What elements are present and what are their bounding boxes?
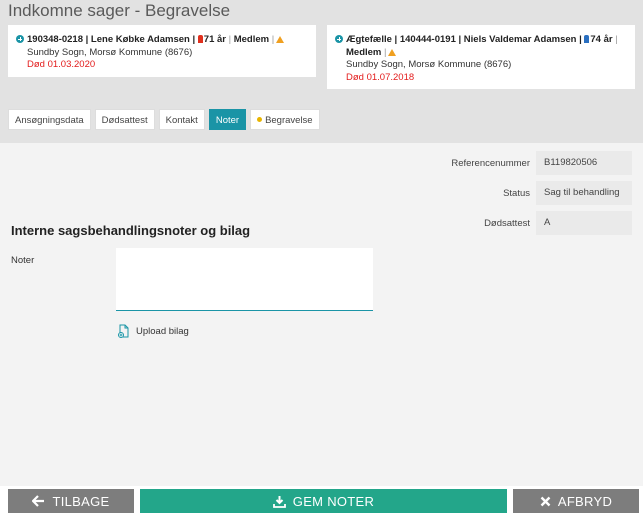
warning-icon [388,48,397,56]
plus-icon [257,117,263,122]
person-card-deceased: 190348-0218 | Lene Købke Adamsen | 71 år… [8,25,316,77]
spouse-parish: Sundby Sogn, Morsø Kommune (8676) [346,59,512,70]
spouse-member-status: Medlem [346,46,382,58]
spouse-death-date: Død 01.07.2018 [346,71,415,83]
upload-label: Upload bilag [136,325,189,337]
cancel-label: AFBRYD [557,493,613,509]
upload-file-icon [118,324,129,338]
person-card-spouse: Ægtefælle | 140444-0191 | Niels Valdemar… [327,25,635,89]
person-id-name: 190348-0218 | Lene Købke Adamsen | [27,34,196,45]
tab-doedsattest[interactable]: Dødsattest [94,109,155,130]
notes-textarea[interactable] [116,248,373,311]
person-age: 71 år [203,34,226,45]
info-row-reference: Referencenummer B119820506 [0,151,643,175]
upload-attachment-link[interactable]: Upload bilag [118,324,189,338]
female-icon [197,35,203,43]
page-title: Indkomne sager - Begravelse [8,1,231,20]
warning-icon [276,36,285,43]
save-notes-label: GEM NOTER [292,493,375,509]
tab-kontakt[interactable]: Kontakt [158,109,205,130]
tab-noter[interactable]: Noter [208,109,247,130]
notes-section-title: Interne sagsbehandlingsnoter og bilag [11,223,251,238]
close-icon [540,496,551,506]
save-notes-button[interactable]: GEM NOTER [140,489,507,513]
death-date: Død 01.03.2020 [27,59,96,70]
notes-label: Noter [11,255,35,266]
tab-begravelse-label: Begravelse [265,115,313,126]
tab-begravelse[interactable]: Begravelse [250,109,320,130]
reference-label: Referencenummer [451,158,530,169]
reference-value: B119820506 [536,151,632,175]
arrow-left-icon [32,495,45,507]
death-certificate-label: Dødsattest [484,218,530,229]
header: Indkomne sager - Begravelse 190348-0218 … [0,0,643,143]
tab-bar: Ansøgningsdata Dødsattest Kontakt Noter … [8,109,320,130]
info-row-status: Status Sag til behandling [0,181,643,205]
spouse-age: 74 år [590,34,613,45]
download-icon [272,495,286,508]
member-status: Medlem [233,34,270,45]
spouse-relation-id-name: Ægtefælle | 140444-0191 | Niels Valdemar… [346,34,582,45]
plus-circle-icon[interactable] [16,35,24,43]
status-label: Status [503,188,530,199]
parish: Sundby Sogn, Morsø Kommune (8676) [27,46,193,58]
cancel-button[interactable]: AFBRYD [513,489,639,513]
back-button[interactable]: TILBAGE [8,489,134,513]
back-label: TILBAGE [52,493,110,509]
tab-ansoegningsdata[interactable]: Ansøgningsdata [8,109,91,130]
plus-circle-icon[interactable] [335,35,343,43]
status-value: Sag til behandling [536,181,632,205]
male-icon [584,35,590,43]
death-certificate-value: A [536,211,632,235]
